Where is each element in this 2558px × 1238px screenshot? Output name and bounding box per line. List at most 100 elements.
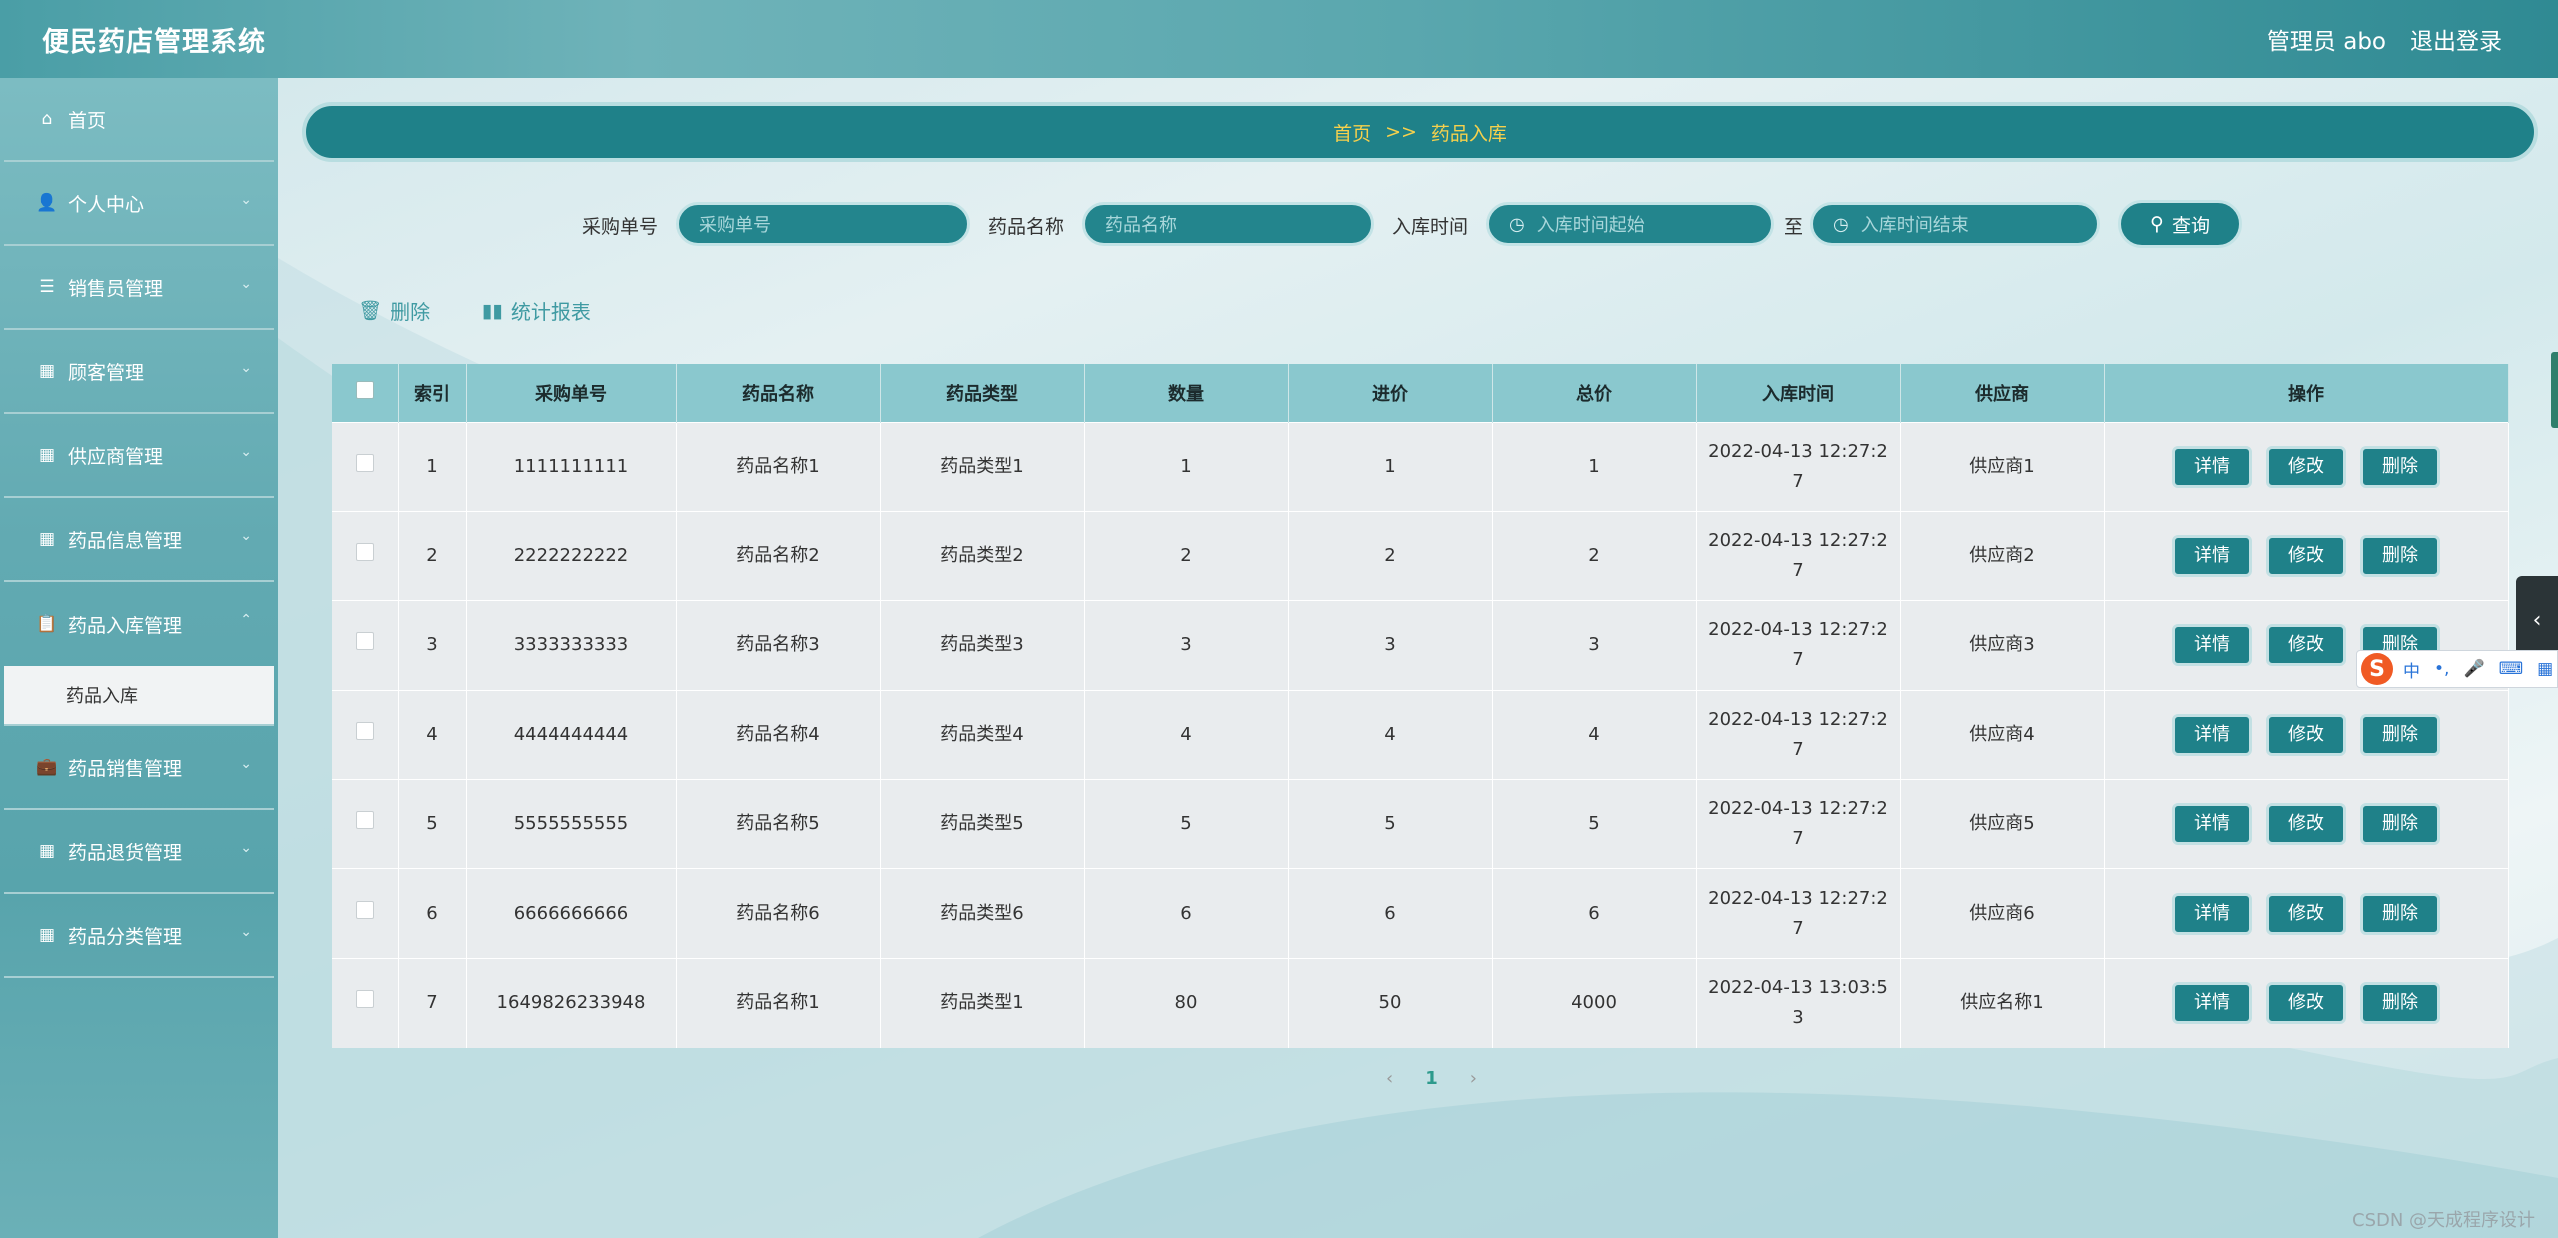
delete-button[interactable]: 删除 xyxy=(2360,445,2440,488)
table-row: 7 1649826233948 药品名称1 药品类型1 80 50 4000 2… xyxy=(332,957,2509,1048)
delete-button[interactable]: 删除 xyxy=(2360,713,2440,756)
clock-icon: ◷ xyxy=(1509,213,1525,235)
breadcrumb-current: 药品入库 xyxy=(1430,122,1507,145)
sidebar-item-supplier[interactable]: ▦ 供应商管理 ⌄ xyxy=(4,414,274,498)
delete-toolbar-button[interactable]: 🗑 删除 xyxy=(358,296,430,325)
scroll-indicator[interactable] xyxy=(2551,352,2558,428)
detail-button[interactable]: 详情 xyxy=(2172,535,2252,578)
drug-name-input[interactable]: 药品名称 xyxy=(1082,202,1374,246)
next-page-button[interactable]: › xyxy=(1470,1068,1477,1089)
logout-button[interactable]: 退出登录 xyxy=(2410,22,2502,56)
sidebar-item-salesperson[interactable]: ☰ 销售员管理 ⌄ xyxy=(4,246,274,330)
keyboard-icon[interactable]: ⌨ xyxy=(2499,659,2524,679)
detail-button[interactable]: 详情 xyxy=(2172,982,2252,1025)
ime-mode-toggle[interactable]: 中 xyxy=(2403,657,2420,682)
edit-button[interactable]: 修改 xyxy=(2266,445,2346,488)
home-icon: ⌂ xyxy=(41,109,53,129)
chevron-left-icon: ‹ xyxy=(2532,607,2542,633)
detail-button[interactable]: 详情 xyxy=(2172,892,2252,935)
cell-drug-name: 药品名称4 xyxy=(676,689,881,780)
row-checkbox[interactable] xyxy=(355,811,374,830)
top-header: 便民药店管理系统 管理员 abo 退出登录 xyxy=(0,0,2558,78)
detail-button[interactable]: 详情 xyxy=(2172,624,2252,667)
app-title: 便民药店管理系统 xyxy=(42,27,266,58)
cell-order-no: 1649826233948 xyxy=(466,957,677,1048)
sidebar: ⌂ 首页 👤 个人中心 ⌄ ☰ 销售员管理 ⌄ ▦ 顾客管理 ⌄ ▦ 供应商管理… xyxy=(0,78,278,1238)
select-all-cell[interactable] xyxy=(332,364,399,422)
delete-button[interactable]: 删除 xyxy=(2360,892,2440,935)
edit-button[interactable]: 修改 xyxy=(2266,535,2346,578)
sidebar-item-drug-category[interactable]: ▦ 药品分类管理 ⌄ xyxy=(4,894,274,978)
stats-report-label: 统计报表 xyxy=(510,300,591,324)
row-checkbox[interactable] xyxy=(355,543,374,562)
clipboard-icon: 📋 xyxy=(36,614,58,634)
sidebar-item-label: 药品入库管理 xyxy=(68,614,183,637)
row-checkbox[interactable] xyxy=(355,990,374,1009)
cell-order-no: 5555555555 xyxy=(466,779,677,869)
ime-punctuation-toggle[interactable]: •, xyxy=(2434,659,2449,679)
cell-drug-name: 药品名称6 xyxy=(676,868,881,959)
chevron-up-icon: ⌃ xyxy=(240,612,252,628)
column-header: 入库时间 xyxy=(1696,364,1901,422)
clock-icon: ◷ xyxy=(1833,213,1849,235)
breadcrumb: 首页 >> 药品入库 xyxy=(302,102,2538,162)
detail-button[interactable]: 详情 xyxy=(2172,713,2252,756)
page-number[interactable]: 1 xyxy=(1425,1068,1438,1089)
cell-time: 2022-04-13 12:27:27 xyxy=(1696,421,1901,512)
microphone-icon[interactable]: 🎤 xyxy=(2463,659,2484,679)
time-end-input[interactable]: ◷ 入库时间结束 xyxy=(1810,202,2100,246)
row-checkbox[interactable] xyxy=(355,453,374,472)
user-icon: 👤 xyxy=(36,193,58,213)
breadcrumb-home[interactable]: 首页 xyxy=(1333,119,1371,146)
cell-index: 3 xyxy=(398,600,467,691)
sidebar-item-label: 药品销售管理 xyxy=(68,757,183,780)
cell-price: 6 xyxy=(1288,868,1493,959)
ime-toolbar[interactable]: S 中 •, 🎤 ⌨ ▦ xyxy=(2356,650,2558,688)
cell-price: 2 xyxy=(1288,510,1493,601)
sidebar-item-customer[interactable]: ▦ 顾客管理 ⌄ xyxy=(4,330,274,414)
sidebar-subitem-drug-stock-in[interactable]: 药品入库 xyxy=(4,666,274,726)
briefcase-icon: 💼 xyxy=(36,757,58,777)
stats-report-button[interactable]: ▮▮ 统计报表 xyxy=(482,296,591,325)
table-row: 5 5555555555 药品名称5 药品类型5 5 5 5 2022-04-1… xyxy=(332,779,2509,869)
cell-drug-type: 药品类型5 xyxy=(880,779,1085,869)
apps-grid-icon[interactable]: ▦ xyxy=(2537,659,2553,679)
edit-button[interactable]: 修改 xyxy=(2266,713,2346,756)
cell-order-no: 4444444444 xyxy=(466,689,677,780)
time-start-input[interactable]: ◷ 入库时间起始 xyxy=(1486,202,1774,246)
order-no-label: 采购单号 xyxy=(582,216,659,238)
delete-button[interactable]: 删除 xyxy=(2360,803,2440,846)
row-checkbox[interactable] xyxy=(355,721,374,740)
sidebar-item-personal-center[interactable]: 👤 个人中心 ⌄ xyxy=(4,162,274,246)
sidebar-item-label: 销售员管理 xyxy=(68,277,164,300)
row-checkbox[interactable] xyxy=(355,632,374,651)
detail-button[interactable]: 详情 xyxy=(2172,445,2252,488)
edit-button[interactable]: 修改 xyxy=(2266,624,2346,667)
delete-button[interactable]: 删除 xyxy=(2360,535,2440,578)
chevron-down-icon: ⌄ xyxy=(240,756,252,772)
delete-button[interactable]: 删除 xyxy=(2360,982,2440,1025)
cell-quantity: 80 xyxy=(1084,957,1289,1048)
sidebar-item-drug-return[interactable]: ▦ 药品退货管理 ⌄ xyxy=(4,810,274,894)
sidebar-item-home[interactable]: ⌂ 首页 xyxy=(4,78,274,162)
prev-page-button[interactable]: ‹ xyxy=(1386,1068,1393,1089)
list-icon: ☰ xyxy=(39,277,55,297)
sidebar-item-drug-stock-in[interactable]: 📋 药品入库管理 ⌃ xyxy=(4,582,274,666)
order-no-input[interactable]: 采购单号 xyxy=(676,202,970,246)
edit-button[interactable]: 修改 xyxy=(2266,892,2346,935)
detail-button[interactable]: 详情 xyxy=(2172,803,2252,846)
sidebar-item-drug-sales[interactable]: 💼 药品销售管理 ⌄ xyxy=(4,726,274,810)
sidebar-item-drug-info[interactable]: ▦ 药品信息管理 ⌄ xyxy=(4,498,274,582)
cell-drug-type: 药品类型1 xyxy=(880,957,1085,1048)
sogou-logo-icon: S xyxy=(2361,653,2393,685)
row-checkbox[interactable] xyxy=(355,900,374,919)
edit-button[interactable]: 修改 xyxy=(2266,803,2346,846)
cell-quantity: 5 xyxy=(1084,779,1289,869)
cell-total: 2 xyxy=(1492,510,1697,601)
query-button[interactable]: ⚲ 查询 xyxy=(2118,200,2242,248)
edit-button[interactable]: 修改 xyxy=(2266,982,2346,1025)
sidebar-item-label: 供应商管理 xyxy=(68,445,164,468)
column-header: 供应商 xyxy=(1900,364,2105,422)
select-all-checkbox[interactable] xyxy=(355,381,374,400)
cell-total: 4000 xyxy=(1492,957,1697,1048)
